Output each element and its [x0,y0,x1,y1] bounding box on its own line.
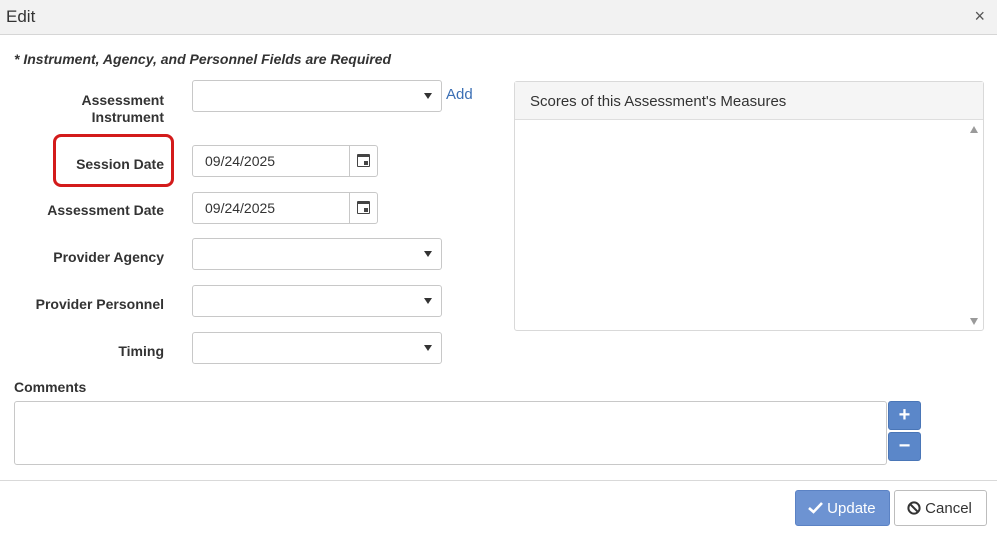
assessment-date-picker-button[interactable] [349,193,377,223]
check-icon [808,502,823,514]
assessment-date-label: Assessment Date [47,202,164,218]
assessment-date-input[interactable]: 09/24/2025 [192,192,378,224]
chevron-down-icon [424,251,432,257]
assessment-instrument-label-line2: Instrument [91,109,164,125]
provider-agency-label: Provider Agency [53,249,164,265]
assessment-instrument-select[interactable] [192,80,442,112]
scroll-down-icon[interactable] [970,318,978,325]
session-date-value[interactable]: 09/24/2025 [205,153,275,169]
session-date-input[interactable]: 09/24/2025 [192,145,378,177]
assessment-instrument-label: Assessment Instrument [4,92,165,126]
session-date-label: Session Date [76,156,164,172]
timing-label: Timing [118,343,164,359]
provider-personnel-select[interactable] [192,285,442,317]
calendar-icon [357,154,370,167]
chevron-down-icon [424,93,432,99]
add-instrument-link[interactable]: Add [446,86,473,103]
dialog-titlebar: Edit × [0,0,997,35]
dialog-title: Edit [6,7,36,26]
cancel-label: Cancel [925,500,972,517]
calendar-icon [357,201,370,214]
required-fields-note: * Instrument, Agency, and Personnel Fiel… [14,51,392,67]
add-comment-button[interactable]: + [888,401,921,430]
comments-label: Comments [14,379,87,395]
scores-panel-title: Scores of this Assessment's Measures [515,82,983,120]
scroll-up-icon[interactable] [970,126,978,133]
ban-icon [907,501,921,515]
cancel-button[interactable]: Cancel [894,490,987,526]
comments-textarea[interactable] [14,401,887,465]
session-date-picker-button[interactable] [349,146,377,176]
update-button[interactable]: Update [795,490,890,526]
chevron-down-icon [424,345,432,351]
assessment-date-value[interactable]: 09/24/2025 [205,200,275,216]
assessment-instrument-label-line1: Assessment [81,92,165,108]
close-icon[interactable]: × [974,6,985,27]
chevron-down-icon [424,298,432,304]
timing-select[interactable] [192,332,442,364]
scores-panel: Scores of this Assessment's Measures [514,81,984,331]
update-label: Update [827,500,876,517]
remove-comment-button[interactable]: − [888,432,921,461]
provider-personnel-label: Provider Personnel [35,296,164,312]
footer-divider [0,480,997,481]
provider-agency-select[interactable] [192,238,442,270]
